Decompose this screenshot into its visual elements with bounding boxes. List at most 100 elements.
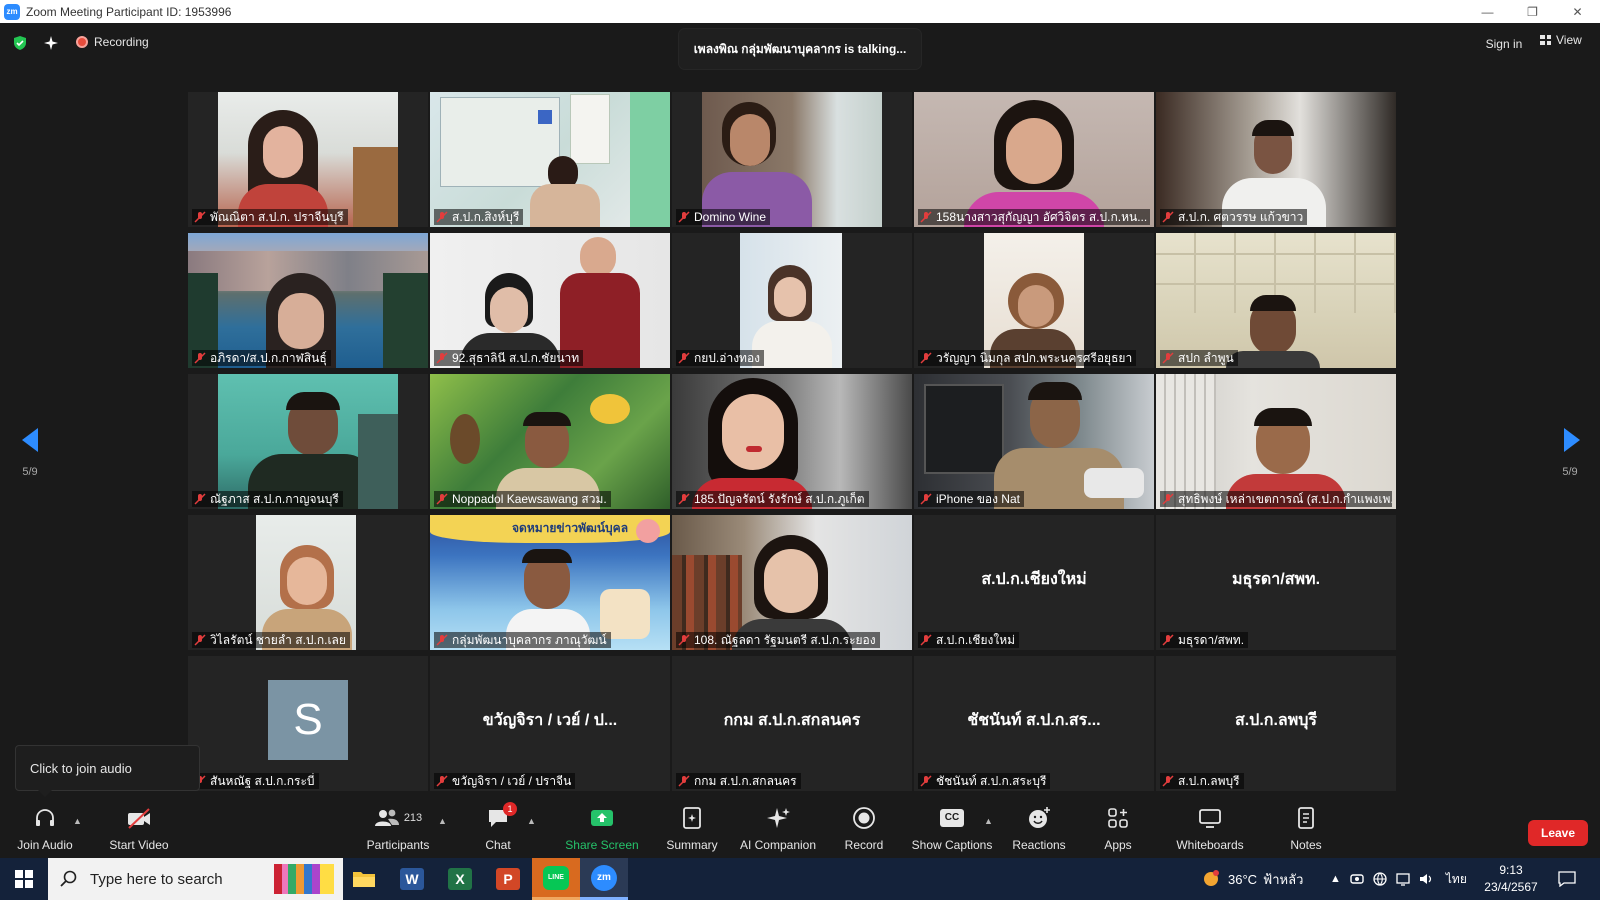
participant-display-name: ชัชนันท์ ส.ป.ก.สร... (967, 712, 1101, 729)
whiteboards-button[interactable]: Whiteboards (1170, 806, 1250, 856)
summary-button[interactable]: Summary (664, 806, 720, 856)
participant-tile[interactable]: S สันหณัฐ ส.ป.ก.กระบี่ (188, 656, 428, 791)
participant-tile[interactable]: ชัชนันท์ ส.ป.ก.สร... ชัชนันท์ ส.ป.ก.สระบ… (914, 656, 1154, 791)
ai-companion-sparkle-icon (767, 808, 790, 828)
participant-tile[interactable]: มธุรดา/สพท. มธุรดา/สพท. (1156, 515, 1396, 650)
record-button[interactable]: Record (842, 806, 886, 856)
participants-caret-icon[interactable]: ▲ (438, 816, 447, 826)
view-button[interactable]: View (1540, 33, 1582, 47)
participant-tile[interactable]: iPhone ของ Nat (914, 374, 1154, 509)
join-audio-button[interactable]: Join Audio (14, 806, 76, 856)
participant-name-label: ชัชนันท์ ส.ป.ก.สระบุรี (918, 773, 1051, 789)
muted-mic-icon (678, 211, 690, 223)
participant-tile[interactable]: กกม ส.ป.ก.สกลนคร กกม ส.ป.ก.สกลนคร (672, 656, 912, 791)
input-language[interactable]: ไทย (1446, 870, 1467, 889)
participant-tile[interactable]: ส.ป.ก.เชียงใหม่ ส.ป.ก.เชียงใหม่ (914, 515, 1154, 650)
participant-video (672, 374, 912, 509)
reactions-button[interactable]: Reactions (1010, 806, 1068, 856)
ai-sparkle-icon[interactable] (43, 35, 59, 51)
start-video-button[interactable]: Start Video (106, 806, 172, 856)
taskbar-excel[interactable]: X (436, 858, 484, 900)
camera-tray-icon[interactable] (1350, 872, 1364, 886)
participant-name-label: ส.ป.ก.ลพบุรี (1160, 773, 1244, 789)
system-clock[interactable]: 9:13 23/4/2567 (1476, 862, 1546, 896)
participant-tile[interactable]: 92.สุธาลินี ส.ป.ก.ชัยนาท (430, 233, 670, 368)
search-icon (60, 870, 77, 887)
share-screen-button[interactable]: Share Screen (564, 806, 640, 856)
whiteboards-label: Whiteboards (1176, 838, 1244, 852)
participants-button[interactable]: 213 Participants (358, 806, 438, 856)
participant-tile[interactable]: 108. ณัฐลดา รัฐมนตรี ส.ป.ก.ระยอง (672, 515, 912, 650)
display-tray-icon[interactable] (1396, 872, 1410, 886)
leave-button[interactable]: Leave (1528, 820, 1588, 846)
reactions-label: Reactions (1012, 838, 1066, 852)
weather-sun-icon (1204, 870, 1219, 886)
participant-tile[interactable]: Domino Wine (672, 92, 912, 227)
whiteboard-icon (1199, 809, 1221, 828)
participant-name-label: มธุรดา/สพท. (1160, 632, 1249, 648)
show-captions-button[interactable]: CC Show Captions (912, 806, 992, 856)
notifications-icon[interactable] (1558, 871, 1576, 887)
chat-button[interactable]: 1 Chat (478, 802, 518, 856)
security-shield-icon[interactable] (12, 35, 28, 51)
participant-tile[interactable]: จดหมายข่าวพัฒน์บุคล กลุ่มพัฒนาบุคลากร ภา… (430, 515, 670, 650)
participant-video (740, 233, 842, 368)
participant-tile[interactable]: 158นางสาวสุกัญญา อัศวิจิตร ส.ป.ก.หน... (914, 92, 1154, 227)
participant-count: 213 (403, 812, 423, 824)
weather-widget[interactable]: 36°C ฟ้าหลัว (1200, 858, 1303, 900)
muted-mic-icon (1162, 775, 1174, 787)
apps-button[interactable]: Apps (1098, 806, 1138, 856)
taskbar-line[interactable]: LINE (532, 858, 580, 900)
start-video-label: Start Video (109, 838, 169, 852)
taskbar-powerpoint[interactable]: P (484, 858, 532, 900)
chat-caret-icon[interactable]: ▲ (527, 816, 536, 826)
excel-icon: X (448, 868, 472, 890)
reactions-smiley-icon (1029, 807, 1050, 828)
participant-tile[interactable]: วิไลรัตน์ ชายลำ ส.ป.ก.เลย (188, 515, 428, 650)
taskbar-file-explorer[interactable] (340, 858, 388, 900)
participant-tile[interactable]: กยป.อ่างทอง (672, 233, 912, 368)
recording-indicator[interactable]: Recording (76, 35, 149, 49)
participant-tile[interactable]: Noppadol Kaewsawang สวม. (430, 374, 670, 509)
video-off-icon (128, 808, 150, 829)
participant-name-label: สันหณัฐ ส.ป.ก.กระบี่ (192, 773, 319, 789)
notes-button[interactable]: Notes (1286, 806, 1326, 856)
participant-tile[interactable]: ส.ป.ก. ศตวรรษ แก้วขาว (1156, 92, 1396, 227)
next-page-arrow-icon[interactable] (1560, 426, 1584, 454)
participant-tile[interactable]: อภิรดา/ส.ป.ก.กาฬสินธุ์ (188, 233, 428, 368)
volume-icon[interactable] (1419, 872, 1433, 886)
taskbar-zoom[interactable]: zm (580, 858, 628, 900)
participant-tile[interactable]: 185.ปัญจรัตน์ รังรักษ์ ส.ป.ก.ภูเก็ต (672, 374, 912, 509)
ai-companion-button[interactable]: AI Companion (738, 806, 818, 856)
captions-caret-icon[interactable]: ▲ (984, 816, 993, 826)
show-hidden-icons-chevron-icon[interactable]: ▲ (1330, 873, 1341, 885)
network-globe-icon[interactable] (1373, 872, 1387, 886)
start-button[interactable] (0, 858, 48, 900)
participant-tile[interactable]: พัณณิตา ส.ป.ก. ปราจีนบุรี (188, 92, 428, 227)
participant-display-name: ขวัญจิรา / เวย์ / ป... (482, 712, 618, 729)
participant-video (256, 515, 356, 650)
participant-video (218, 92, 398, 227)
sign-in-button[interactable]: Sign in (1476, 33, 1532, 55)
participant-tile[interactable]: วรัญญา นิมกุล สปก.พระนครศรีอยุธยา (914, 233, 1154, 368)
page-indicator-left: 5/9 (22, 466, 38, 478)
zoom-window: zm Zoom Meeting Participant ID: 1953996 … (0, 0, 1600, 900)
participant-tile[interactable]: สุทธิพงษ์ เหล่าเขตการณ์ (ส.ป.ก.กำแพงเพ..… (1156, 374, 1396, 509)
participant-name-label: วรัญญา นิมกุล สปก.พระนครศรีอยุธยา (918, 350, 1137, 366)
participant-video (1156, 233, 1396, 368)
participant-tile[interactable]: ส.ป.ก.ลพบุรี ส.ป.ก.ลพบุรี (1156, 656, 1396, 791)
previous-page-arrow-icon[interactable] (18, 426, 42, 454)
participant-tile[interactable]: ส.ป.ก.สิงห์บุรี (430, 92, 670, 227)
participant-name-label: iPhone ของ Nat (918, 491, 1024, 507)
taskbar-word[interactable]: W (388, 858, 436, 900)
participant-name-label: Domino Wine (676, 209, 771, 225)
participant-tile[interactable]: สปก ลำพูน (1156, 233, 1396, 368)
restore-button[interactable]: ❐ (1510, 0, 1555, 23)
participant-tile[interactable]: ณัฐภาส ส.ป.ก.กาญจนบุรี (188, 374, 428, 509)
video-gallery: พัณณิตา ส.ป.ก. ปราจีนบุรี ส.ป.ก.สิงห์บุร… (188, 92, 1414, 792)
participant-tile[interactable]: ขวัญจิรา / เวย์ / ป... ขวัญจิรา / เวย์ /… (430, 656, 670, 791)
audio-options-caret-icon[interactable]: ▲ (73, 816, 82, 826)
minimize-button[interactable]: — (1465, 0, 1510, 23)
taskbar-search-box[interactable]: Type here to search (48, 858, 343, 900)
close-button[interactable]: ✕ (1555, 0, 1600, 23)
